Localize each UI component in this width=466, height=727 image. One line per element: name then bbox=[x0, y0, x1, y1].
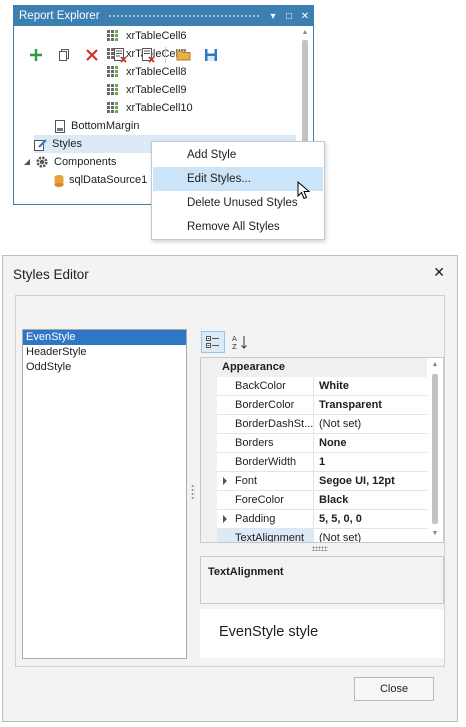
property-value[interactable]: White bbox=[315, 377, 428, 395]
menu-item-add-style[interactable]: Add Style bbox=[153, 143, 323, 167]
tree-item-label: Styles bbox=[52, 138, 82, 150]
property-description-panel: TextAlignment bbox=[200, 556, 444, 604]
tree-item-xrtablecell10[interactable]: xrTableCell10 bbox=[107, 99, 193, 117]
scroll-thumb[interactable] bbox=[302, 40, 308, 150]
property-row-textalignment[interactable]: TextAlignment (Not set) bbox=[217, 529, 428, 542]
property-value[interactable]: 1 bbox=[315, 453, 428, 471]
resize-grip[interactable] bbox=[312, 546, 328, 551]
styles-icon bbox=[34, 138, 47, 151]
restore-icon[interactable]: □ bbox=[281, 8, 297, 24]
alphabetical-sort-icon[interactable]: AZ bbox=[228, 331, 252, 353]
open-icon[interactable] bbox=[175, 46, 193, 64]
svg-text:A: A bbox=[232, 335, 237, 343]
tree-item-sqldatasource1[interactable]: sqlDataSource1 bbox=[54, 171, 147, 189]
grid-gutter bbox=[201, 358, 217, 542]
toolbar-separator bbox=[165, 47, 166, 63]
property-row-bordercolor[interactable]: BorderColor Transparent bbox=[217, 396, 428, 415]
property-value[interactable]: Segoe UI, 12pt bbox=[315, 472, 428, 490]
tree-item-label: xrTableCell9 bbox=[126, 84, 187, 96]
property-value[interactable]: Transparent bbox=[315, 396, 428, 414]
report-explorer-title: Report Explorer bbox=[19, 10, 100, 22]
style-item-evenstyle[interactable]: EvenStyle bbox=[23, 330, 186, 345]
tree-item-bottom-margin[interactable]: BottomMargin bbox=[54, 117, 139, 135]
property-name: BorderColor bbox=[217, 396, 314, 414]
close-button[interactable]: Close bbox=[354, 677, 434, 701]
copy-icon[interactable] bbox=[55, 46, 73, 64]
tree-item-label: BottomMargin bbox=[71, 120, 140, 132]
property-name: Padding bbox=[217, 510, 314, 528]
delete-icon[interactable] bbox=[83, 46, 101, 64]
property-value[interactable]: (Not set) bbox=[315, 415, 428, 433]
purge-icon[interactable] bbox=[111, 46, 129, 64]
tree-item-label: xrTableCell6 bbox=[126, 30, 187, 42]
property-row-borderwidth[interactable]: BorderWidth 1 bbox=[217, 453, 428, 472]
database-icon bbox=[54, 174, 64, 187]
close-icon[interactable]: ✕ bbox=[433, 264, 445, 281]
splitter-handle[interactable] bbox=[191, 484, 195, 500]
svg-text:Z: Z bbox=[232, 343, 237, 350]
band-icon bbox=[55, 119, 65, 133]
scroll-thumb[interactable] bbox=[432, 374, 438, 524]
tree-item-label: xrTableCell8 bbox=[126, 66, 187, 78]
dropdown-icon[interactable]: ▾ bbox=[265, 8, 281, 24]
table-cell-icon bbox=[107, 30, 121, 42]
menu-item-remove-all-styles[interactable]: Remove All Styles bbox=[153, 215, 323, 239]
table-cell-icon bbox=[107, 84, 121, 96]
property-name: Font bbox=[217, 472, 314, 490]
save-icon[interactable] bbox=[202, 46, 220, 64]
property-row-borderdashstyle[interactable]: BorderDashSt... (Not set) bbox=[217, 415, 428, 434]
property-value[interactable]: 5, 5, 0, 0 bbox=[315, 510, 428, 528]
expand-arrow-icon[interactable] bbox=[223, 515, 227, 523]
property-name: TextAlignment bbox=[217, 529, 314, 542]
style-item-oddstyle[interactable]: OddStyle bbox=[23, 360, 186, 375]
close-icon[interactable]: ✕ bbox=[297, 8, 313, 24]
property-name-text: Font bbox=[235, 475, 258, 487]
categorized-view-icon[interactable] bbox=[201, 331, 225, 353]
mouse-cursor-icon bbox=[297, 181, 311, 200]
property-name: BorderWidth bbox=[217, 453, 314, 471]
scroll-down-icon[interactable]: ▼ bbox=[427, 530, 443, 537]
collapse-triangle-icon[interactable] bbox=[22, 157, 32, 167]
property-value[interactable]: None bbox=[315, 434, 428, 452]
property-name: BackColor bbox=[217, 377, 314, 395]
preview-text: EvenStyle style bbox=[219, 624, 319, 640]
tree-item-xrtablecell8[interactable]: xrTableCell8 bbox=[107, 63, 187, 81]
report-explorer-title-bar[interactable]: Report Explorer ▾ □ ✕ bbox=[14, 6, 313, 26]
scroll-up-icon[interactable]: ▲ bbox=[427, 361, 443, 368]
property-grid-scrollbar[interactable]: ▲ ▼ bbox=[427, 358, 443, 542]
description-title: TextAlignment bbox=[208, 566, 284, 578]
property-value[interactable]: (Not set) bbox=[315, 529, 428, 542]
style-item-headerstyle[interactable]: HeaderStyle bbox=[23, 345, 186, 360]
tree-item-xrtablecell9[interactable]: xrTableCell9 bbox=[107, 81, 187, 99]
property-name: Borders bbox=[217, 434, 314, 452]
property-name-text: Padding bbox=[235, 513, 276, 525]
style-list: EvenStyle HeaderStyle OddStyle bbox=[22, 329, 187, 659]
tree-item-xrtablecell6[interactable]: xrTableCell6 bbox=[107, 27, 187, 45]
footer-divider bbox=[22, 666, 444, 667]
table-cell-icon bbox=[107, 66, 121, 78]
clear-icon[interactable] bbox=[139, 46, 157, 64]
scroll-up-icon[interactable]: ▲ bbox=[297, 29, 313, 36]
property-name: ForeColor bbox=[217, 491, 314, 509]
tree-item-label: Components bbox=[54, 156, 117, 168]
property-row-font[interactable]: Font Segoe UI, 12pt bbox=[217, 472, 428, 491]
expand-arrow-icon[interactable] bbox=[223, 477, 227, 485]
property-row-borders[interactable]: Borders None bbox=[217, 434, 428, 453]
property-value[interactable]: Black bbox=[315, 491, 428, 509]
tree-item-label: sqlDataSource1 bbox=[69, 174, 148, 186]
property-name: BorderDashSt... bbox=[217, 415, 314, 433]
table-cell-icon bbox=[107, 102, 121, 114]
gear-icon bbox=[36, 156, 48, 168]
dialog-title: Styles Editor bbox=[13, 267, 89, 282]
add-icon[interactable] bbox=[27, 46, 45, 64]
style-preview: EvenStyle style bbox=[200, 609, 444, 658]
tree-item-components[interactable]: Components bbox=[22, 153, 116, 171]
property-row-padding[interactable]: Padding 5, 5, 0, 0 bbox=[217, 510, 428, 529]
title-grip bbox=[107, 13, 259, 19]
property-row-forecolor[interactable]: ForeColor Black bbox=[217, 491, 428, 510]
property-row-backcolor[interactable]: BackColor White bbox=[217, 377, 428, 396]
property-grid: Appearance BackColor White BorderColor T… bbox=[200, 357, 444, 543]
category-appearance[interactable]: Appearance bbox=[217, 358, 428, 377]
tree-item-label: xrTableCell10 bbox=[126, 102, 193, 114]
